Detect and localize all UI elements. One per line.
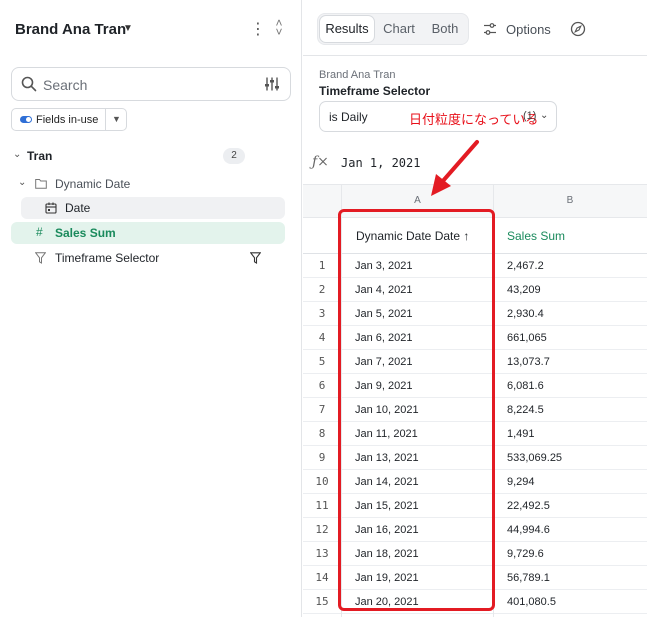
chevron-down-icon[interactable]: ▼	[123, 23, 133, 34]
search-input[interactable]	[43, 75, 243, 95]
group-label: Tran	[27, 149, 53, 163]
field-label: Date	[65, 201, 91, 215]
field-label: Timeframe Selector	[55, 251, 160, 265]
row-number: 2	[318, 283, 326, 296]
column-header-sales[interactable]: Sales Sum	[507, 229, 565, 243]
tab-results[interactable]: Results	[320, 16, 374, 42]
column-letter-b[interactable]: B	[493, 195, 647, 206]
row-number: 12	[315, 523, 329, 536]
chevron-down-icon[interactable]: ▼	[112, 114, 121, 124]
results-toolbar: Results Chart Both Options	[303, 0, 647, 56]
collapse-icon[interactable]: ˄ ˅	[272, 17, 286, 38]
chip-divider	[105, 109, 106, 130]
formula-value[interactable]: Jan 1, 2021	[341, 156, 420, 170]
search-icon	[21, 76, 37, 92]
toggle-icon[interactable]	[20, 116, 32, 123]
row-number: 3	[318, 307, 326, 320]
view-switcher: Results Chart Both	[317, 13, 469, 45]
row-number: 14	[315, 571, 329, 584]
row-number: 13	[315, 547, 329, 560]
sales-cell[interactable]: 6,081.6	[507, 380, 544, 392]
row-number: 10	[315, 475, 329, 488]
sales-cell[interactable]: 9,294	[507, 476, 535, 488]
fields-chip-label: Fields in-use	[36, 114, 99, 126]
sales-cell[interactable]: 44,994.6	[507, 524, 550, 536]
chevron-down-icon[interactable]: ⌄	[540, 110, 548, 121]
hash-icon: #	[36, 225, 43, 239]
more-options-icon[interactable]: ⋮	[250, 19, 266, 39]
sales-cell[interactable]: 661,065	[507, 332, 547, 344]
compass-icon[interactable]	[570, 21, 586, 37]
fields-panel: Brand Ana Tran ▼ ⋮ ˄˅ Fields in-use ▼ ⌄ …	[0, 0, 302, 617]
row-number: 1	[318, 259, 326, 272]
sales-cell[interactable]: 533,069.25	[507, 452, 562, 464]
annotation-arrow	[431, 140, 479, 196]
tree-folder-dynamic-date[interactable]: ⌄ Dynamic Date	[0, 173, 302, 195]
sales-cell[interactable]: 2,930.4	[507, 308, 544, 320]
row-number: 7	[318, 403, 326, 416]
sliders-icon[interactable]	[264, 76, 280, 92]
folder-label: Dynamic Date	[55, 177, 131, 191]
count-badge: 2	[223, 148, 245, 164]
sales-cell[interactable]: 13,073.7	[507, 356, 550, 368]
selection-count: (1)	[523, 110, 537, 122]
tab-both[interactable]: Both	[424, 16, 466, 42]
sales-cell[interactable]: 43,209	[507, 284, 541, 296]
sales-cell[interactable]: 1,491	[507, 428, 535, 440]
row-number: 9	[318, 451, 326, 464]
chevron-down-icon[interactable]: ⌄	[13, 149, 21, 160]
calendar-icon	[45, 202, 57, 214]
fields-in-use-filter[interactable]: Fields in-use ▼	[11, 108, 127, 131]
row-number: 4	[318, 331, 326, 344]
settings-sliders-icon	[484, 23, 496, 35]
timeframe-title: Timeframe Selector	[319, 84, 431, 98]
annotation-text: 日付粒度になっている	[409, 112, 539, 127]
panel-header: Brand Ana Tran ▼ ⋮ ˄ ˅	[0, 0, 302, 58]
search-box[interactable]	[11, 67, 291, 101]
options-label: Options	[506, 22, 551, 37]
tree-group-tran[interactable]: ⌄ Tran	[0, 145, 302, 167]
row-number: 5	[318, 355, 326, 368]
highlight-box	[338, 209, 495, 611]
tab-chart[interactable]: Chart	[376, 16, 422, 42]
sales-cell[interactable]: 2,467.2	[507, 260, 544, 272]
sales-cell[interactable]: 22,492.5	[507, 500, 550, 512]
timeframe-value: is Daily	[329, 110, 368, 124]
field-label: Sales Sum	[55, 226, 116, 240]
timeframe-select[interactable]: is Daily 日付粒度になっている (1) ⌄	[319, 101, 557, 132]
sales-cell[interactable]: 401,080.5	[507, 596, 556, 608]
filter-funnel-icon[interactable]	[250, 252, 261, 264]
timeframe-subtitle: Brand Ana Tran	[319, 69, 396, 81]
function-icon: ƒ×	[312, 154, 329, 170]
sales-cell[interactable]: 9,729.6	[507, 548, 544, 560]
chevron-down-icon[interactable]: ⌄	[18, 177, 26, 188]
field-timeframe-selector[interactable]: Timeframe Selector	[0, 247, 302, 269]
row-number: 11	[315, 499, 329, 512]
row-number: 6	[318, 379, 326, 392]
row-number: 15	[315, 595, 329, 608]
field-date[interactable]: Date	[21, 197, 285, 219]
field-sales-sum[interactable]: # Sales Sum	[11, 222, 285, 244]
panel-title[interactable]: Brand Ana Tran	[15, 21, 126, 38]
sales-cell[interactable]: 56,789.1	[507, 572, 550, 584]
row-number: 8	[318, 427, 326, 440]
folder-icon	[35, 179, 47, 189]
sales-cell[interactable]: 8,224.5	[507, 404, 544, 416]
filter-funnel-icon	[35, 252, 46, 264]
